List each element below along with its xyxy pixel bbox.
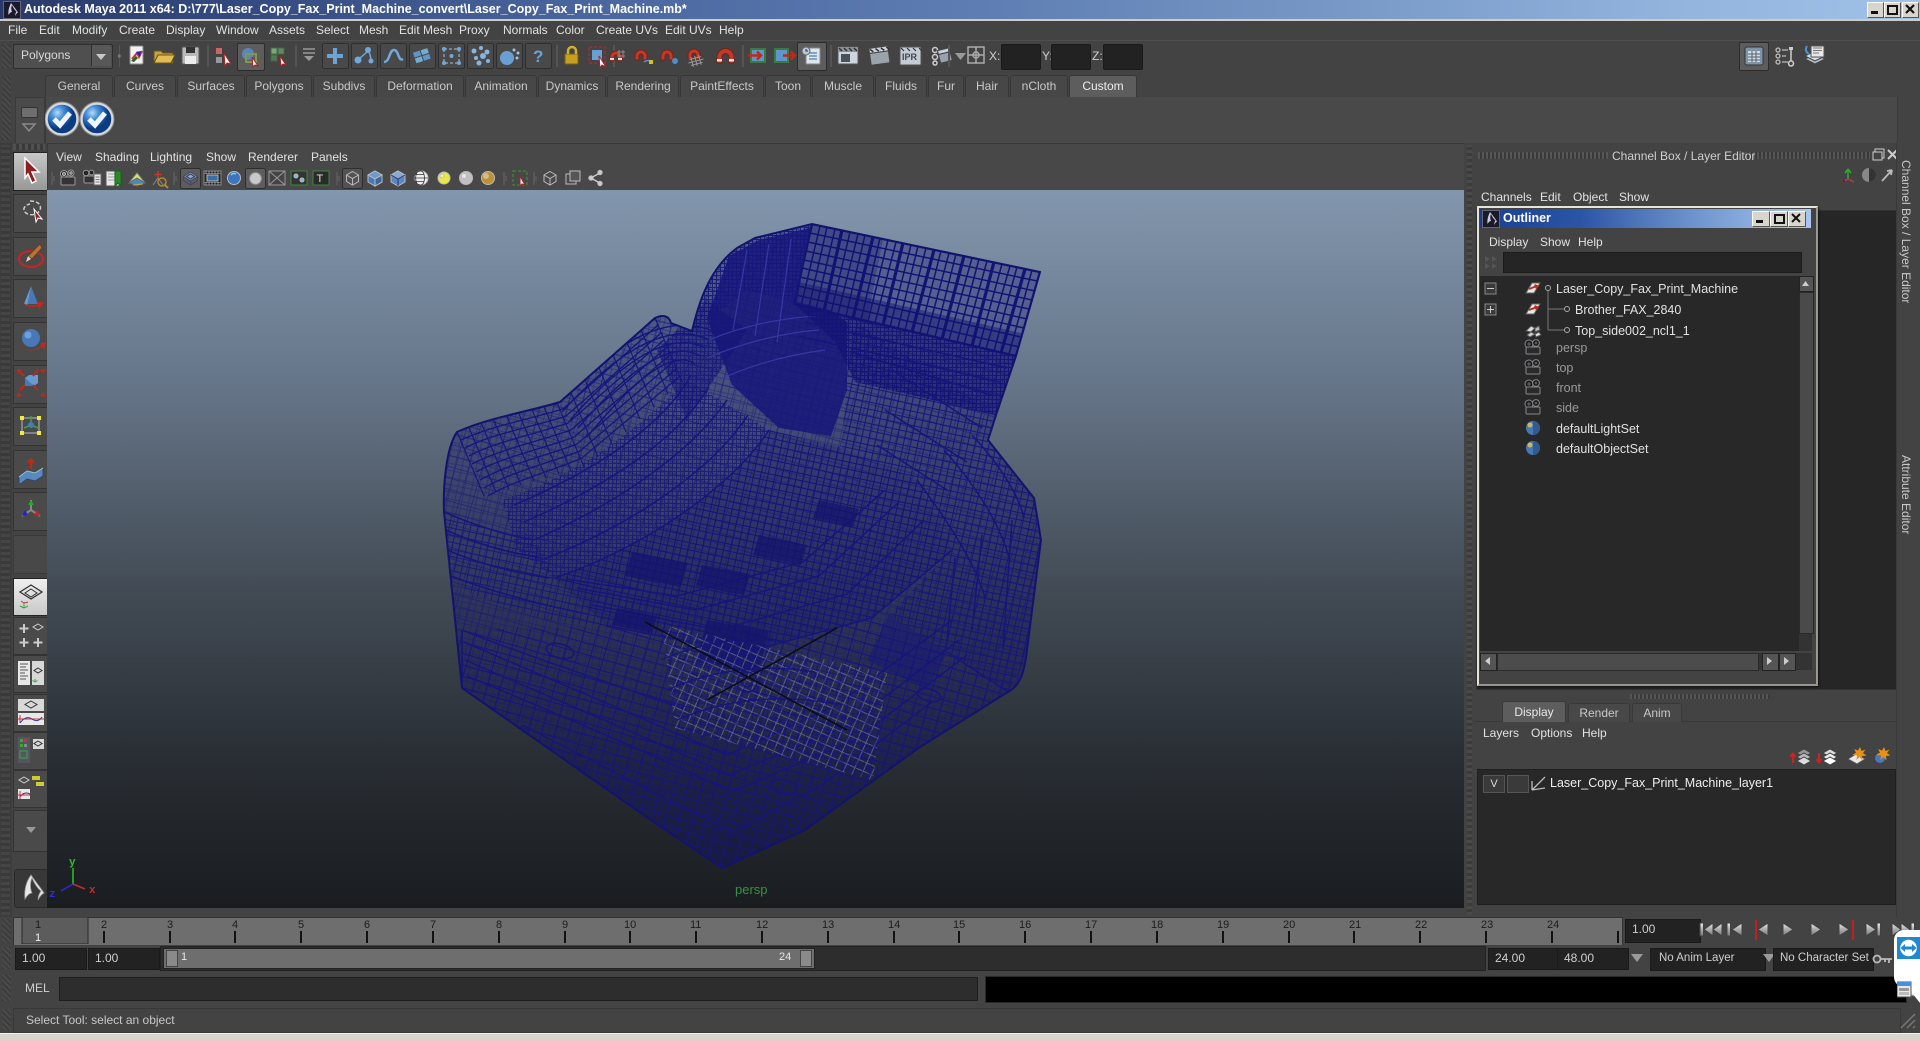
svg-text:1: 1: [35, 932, 41, 944]
svg-text:persp: persp: [735, 882, 768, 897]
svg-text:x: x: [89, 885, 96, 897]
svg-text:3: 3: [167, 919, 173, 931]
svg-text:front: front: [1556, 381, 1582, 395]
svg-text:IPR: IPR: [902, 52, 918, 62]
svg-text:Brother_FAX_2840: Brother_FAX_2840: [1575, 303, 1681, 317]
svg-text:persp: persp: [1556, 341, 1587, 355]
svg-text:23: 23: [1481, 919, 1493, 931]
svg-text:defaultObjectSet: defaultObjectSet: [1556, 442, 1649, 456]
svg-text:Top_side002_ncl1_1: Top_side002_ncl1_1: [1575, 324, 1690, 338]
svg-text:11: 11: [690, 919, 701, 931]
svg-text:?: ?: [533, 47, 543, 66]
svg-text:7: 7: [430, 919, 436, 931]
svg-text:Laser_Copy_Fax_Print_Machine: Laser_Copy_Fax_Print_Machine: [1556, 282, 1738, 296]
svg-text:5: 5: [298, 919, 304, 931]
svg-text:T: T: [317, 173, 324, 185]
svg-text:8: 8: [496, 919, 502, 931]
svg-text:1: 1: [35, 919, 41, 931]
svg-text:24: 24: [1547, 919, 1559, 931]
svg-text:2: 2: [101, 919, 107, 931]
svg-text:13: 13: [822, 919, 834, 931]
svg-text:18: 18: [1151, 919, 1163, 931]
svg-text:9: 9: [562, 919, 568, 931]
svg-text:6: 6: [364, 919, 370, 931]
svg-text:17: 17: [1085, 919, 1097, 931]
svg-text:21: 21: [1349, 919, 1361, 931]
svg-text:12: 12: [756, 919, 768, 931]
svg-text:14: 14: [888, 919, 900, 931]
svg-text:y: y: [69, 857, 76, 869]
svg-text:10: 10: [624, 919, 636, 931]
svg-text:22: 22: [1415, 919, 1427, 931]
svg-text:16: 16: [1019, 919, 1031, 931]
svg-text:20: 20: [1283, 919, 1295, 931]
svg-text:15: 15: [953, 919, 965, 931]
svg-text:side: side: [1556, 401, 1579, 415]
svg-text:19: 19: [1217, 919, 1229, 931]
svg-text:4: 4: [232, 919, 238, 931]
svg-text:top: top: [1556, 361, 1573, 375]
svg-text:defaultLightSet: defaultLightSet: [1556, 422, 1640, 436]
svg-text:z: z: [49, 889, 56, 901]
